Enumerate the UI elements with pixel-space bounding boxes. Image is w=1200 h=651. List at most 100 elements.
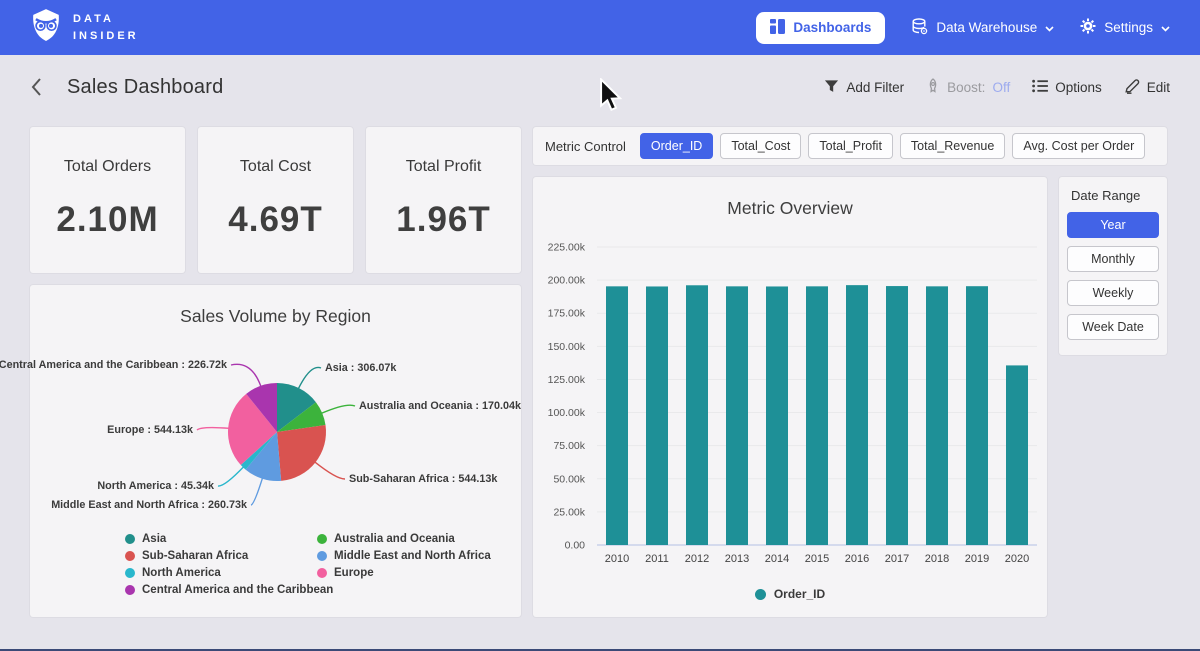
pie-legend-item-australia-and-oceania[interactable]: Australia and Oceania bbox=[317, 533, 491, 545]
options-button[interactable]: Options bbox=[1032, 79, 1102, 96]
legend-dot bbox=[125, 551, 135, 561]
page-header: Sales Dashboard Add Filter Boost:Off bbox=[0, 55, 1200, 119]
x-axis-tick: 2014 bbox=[765, 553, 789, 565]
pie-legend-item-north-america[interactable]: North America bbox=[125, 567, 333, 579]
legend-dot bbox=[125, 534, 135, 544]
nav-menu: Dashboards Data Warehouse bbox=[756, 12, 1170, 44]
sales-volume-pie-panel: Sales Volume by Region Asia Sub-Saharan A… bbox=[30, 285, 521, 617]
bar-2012[interactable] bbox=[686, 285, 708, 545]
metric-chip-total-revenue[interactable]: Total_Revenue bbox=[900, 133, 1005, 159]
y-axis-tick: 125.00k bbox=[548, 374, 586, 386]
metric-chip-total-cost[interactable]: Total_Cost bbox=[720, 133, 801, 159]
legend-dot bbox=[755, 589, 766, 600]
y-axis-tick: 25.00k bbox=[553, 506, 585, 518]
bar-2013[interactable] bbox=[726, 286, 748, 545]
legend-dot bbox=[317, 568, 327, 578]
legend-label: Middle East and North Africa bbox=[334, 550, 491, 562]
nav-dashboards-button[interactable]: Dashboards bbox=[756, 12, 885, 44]
bar-2019[interactable] bbox=[966, 286, 988, 545]
y-axis-tick: 100.00k bbox=[548, 407, 586, 419]
dashboard-grid-icon bbox=[770, 19, 785, 37]
gear-icon bbox=[1080, 18, 1096, 37]
pencil-icon bbox=[1124, 78, 1140, 97]
y-axis-tick: 150.00k bbox=[548, 341, 586, 353]
bar-2020[interactable] bbox=[1006, 365, 1028, 545]
bar-2016[interactable] bbox=[846, 285, 868, 545]
kpi-card-total-cost: Total Cost 4.69T bbox=[198, 127, 353, 273]
nav-data-warehouse-button[interactable]: Data Warehouse bbox=[911, 18, 1054, 38]
filter-funnel-icon bbox=[824, 79, 839, 96]
y-axis-tick: 200.00k bbox=[548, 275, 586, 287]
bar-2018[interactable] bbox=[926, 286, 948, 545]
metric-chip-order-id[interactable]: Order_ID bbox=[640, 133, 713, 159]
bar-2017[interactable] bbox=[886, 286, 908, 545]
pie-leader-line bbox=[197, 428, 229, 430]
add-filter-button[interactable]: Add Filter bbox=[824, 79, 904, 96]
kpi-card-total-orders: Total Orders 2.10M bbox=[30, 127, 185, 273]
top-nav: DATA INSIDER Dashboards bbox=[0, 0, 1200, 55]
brand[interactable]: DATA INSIDER bbox=[30, 8, 139, 47]
pie-label-sub-saharan-africa: Sub-Saharan Africa : 544.13k bbox=[349, 473, 497, 485]
kpi-label: Total Cost bbox=[240, 158, 311, 176]
metric-chip-total-profit[interactable]: Total_Profit bbox=[808, 133, 893, 159]
bar-2010[interactable] bbox=[606, 286, 628, 545]
bar-2011[interactable] bbox=[646, 286, 668, 545]
x-axis-tick: 2018 bbox=[925, 553, 949, 565]
legend-dot bbox=[125, 568, 135, 578]
pie-legend-column: Australia and Oceania Middle East and Nor… bbox=[317, 533, 491, 579]
x-axis-tick: 2017 bbox=[885, 553, 909, 565]
brand-text: DATA INSIDER bbox=[73, 11, 139, 44]
legend-label: Europe bbox=[334, 567, 374, 579]
boost-toggle[interactable]: Boost:Off bbox=[926, 78, 1010, 97]
pie-chart-title: Sales Volume by Region bbox=[30, 306, 521, 327]
pie-leader-line bbox=[218, 467, 244, 486]
back-button[interactable] bbox=[30, 77, 43, 97]
legend-dot bbox=[317, 534, 327, 544]
legend-label: Central America and the Caribbean bbox=[142, 584, 333, 596]
legend-label: Asia bbox=[142, 533, 166, 545]
x-axis-tick: 2019 bbox=[965, 553, 989, 565]
bar-2015[interactable] bbox=[806, 286, 828, 545]
pie-label-middle-east-and-north-africa: Middle East and North Africa : 260.73k bbox=[51, 499, 247, 511]
pie-label-australia-and-oceania: Australia and Oceania : 170.04k bbox=[359, 400, 521, 412]
header-actions: Add Filter Boost:Off Opt bbox=[824, 78, 1170, 97]
boost-status: Off bbox=[992, 80, 1010, 95]
nav-settings-label: Settings bbox=[1104, 20, 1153, 35]
y-axis-tick: 175.00k bbox=[548, 308, 586, 320]
kpi-value: 1.96T bbox=[396, 200, 491, 240]
pie-legend-item-middle-east-and-north-africa[interactable]: Middle East and North Africa bbox=[317, 550, 491, 562]
pie-leader-line bbox=[231, 364, 261, 386]
date-range-monthly-button[interactable]: Monthly bbox=[1067, 246, 1159, 272]
edit-button[interactable]: Edit bbox=[1124, 78, 1170, 97]
kpi-value: 2.10M bbox=[56, 200, 158, 240]
date-range-year-button[interactable]: Year bbox=[1067, 212, 1159, 238]
x-axis-tick: 2012 bbox=[685, 553, 709, 565]
bar-2014[interactable] bbox=[766, 286, 788, 545]
pie-label-asia: Asia : 306.07k bbox=[325, 362, 396, 374]
pie-slice-sub-saharan-africa[interactable] bbox=[277, 425, 326, 481]
date-range-weekly-button[interactable]: Weekly bbox=[1067, 280, 1159, 306]
date-range-panel: Date Range Year Monthly Weekly Week Date bbox=[1059, 177, 1167, 355]
pie-legend-column: Asia Sub-Saharan Africa North America Centr… bbox=[125, 533, 333, 596]
page-title: Sales Dashboard bbox=[67, 76, 223, 99]
bar-chart-title: Metric Overview bbox=[533, 198, 1047, 219]
date-range-label: Date Range bbox=[1071, 188, 1159, 203]
x-axis-tick: 2013 bbox=[725, 553, 749, 565]
pie-legend-item-central-america-and-the-caribbean[interactable]: Central America and the Caribbean bbox=[125, 584, 333, 596]
chevron-down-icon bbox=[1161, 20, 1170, 35]
pie-legend-item-sub-saharan-africa[interactable]: Sub-Saharan Africa bbox=[125, 550, 333, 562]
y-axis-tick: 225.00k bbox=[548, 242, 586, 254]
legend-label: Australia and Oceania bbox=[334, 533, 455, 545]
date-range-week-date-button[interactable]: Week Date bbox=[1067, 314, 1159, 340]
app-window: DATA INSIDER Dashboards bbox=[0, 0, 1200, 651]
owl-logo-icon bbox=[30, 8, 62, 47]
bar-chart-legend[interactable]: Order_ID bbox=[533, 587, 1047, 601]
metric-chip-avg-cost-per-order[interactable]: Avg. Cost per Order bbox=[1012, 133, 1145, 159]
legend-label: Sub-Saharan Africa bbox=[142, 550, 248, 562]
pie-leader-line bbox=[251, 478, 263, 505]
pie-legend-item-asia[interactable]: Asia bbox=[125, 533, 333, 545]
pie-legend-item-europe[interactable]: Europe bbox=[317, 567, 491, 579]
nav-settings-button[interactable]: Settings bbox=[1080, 18, 1170, 37]
x-axis-tick: 2011 bbox=[645, 553, 669, 565]
x-axis-tick: 2010 bbox=[605, 553, 629, 565]
